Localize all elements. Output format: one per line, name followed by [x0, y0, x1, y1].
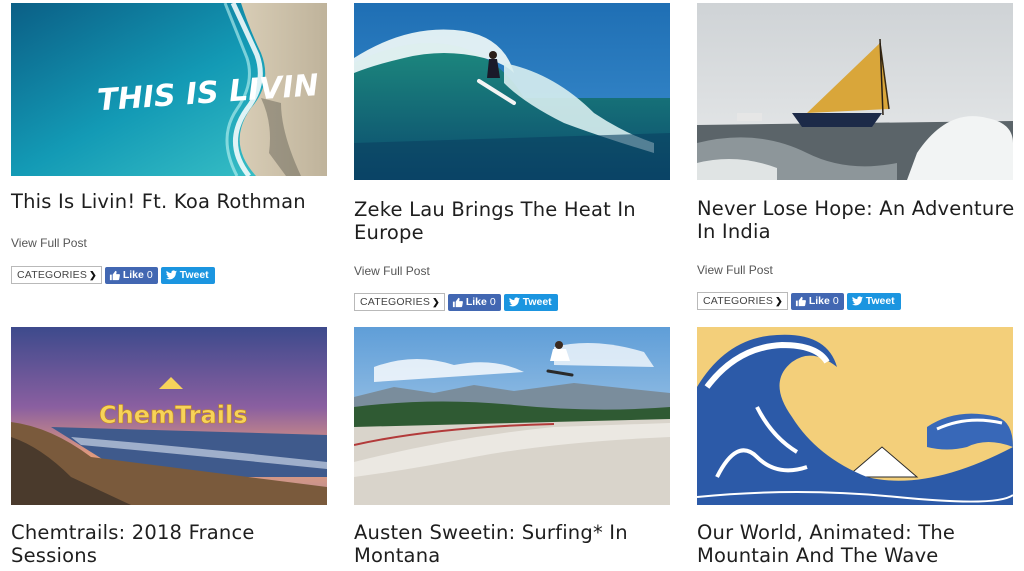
great-wave-illustration — [697, 327, 1013, 505]
categories-label: CATEGORIES — [17, 269, 88, 281]
categories-dropdown[interactable]: CATEGORIES ❯ — [697, 292, 788, 310]
post-title[interactable]: This Is Livin! Ft. Koa Rothman — [11, 190, 331, 213]
categories-dropdown[interactable]: CATEGORIES ❯ — [11, 266, 102, 284]
categories-label: CATEGORIES — [360, 296, 431, 308]
tweet-button[interactable]: Tweet — [503, 293, 558, 311]
post-card: Never Lose Hope: An Adventure In India V… — [697, 3, 1014, 313]
like-label: Like — [808, 295, 830, 307]
sailboat-waves-photo — [697, 3, 1013, 180]
like-count: 0 — [146, 269, 153, 281]
post-actions: CATEGORIES ❯ Like 0 Tweet — [11, 266, 215, 284]
skatepark-jump-photo — [354, 327, 670, 505]
twitter-bird-icon — [851, 296, 863, 306]
tweet-label: Tweet — [522, 296, 552, 308]
chevron-down-icon: ❯ — [775, 295, 783, 306]
twitter-bird-icon — [508, 297, 520, 307]
categories-dropdown[interactable]: CATEGORIES ❯ — [354, 293, 445, 311]
chevron-down-icon: ❯ — [432, 296, 440, 307]
post-title[interactable]: Never Lose Hope: An Adventure In India — [697, 197, 1017, 243]
post-thumbnail[interactable] — [697, 3, 1013, 180]
chevron-down-icon: ❯ — [89, 269, 97, 280]
facebook-like-button[interactable]: Like 0 — [447, 293, 501, 311]
thumbs-up-icon — [795, 296, 806, 307]
tweet-button[interactable]: Tweet — [160, 266, 215, 284]
twitter-bird-icon — [165, 270, 177, 280]
post-title[interactable]: Our World, Animated: The Mountain And Th… — [697, 521, 1017, 567]
post-actions: CATEGORIES ❯ Like 0 Tweet — [697, 292, 901, 310]
like-label: Like — [122, 269, 144, 281]
tweet-label: Tweet — [179, 269, 209, 281]
sunset-beach-photo: ChemTrails — [11, 327, 327, 505]
post-thumbnail[interactable] — [697, 327, 1013, 505]
post-title[interactable]: Chemtrails: 2018 France Sessions — [11, 521, 331, 567]
post-thumbnail[interactable] — [354, 3, 670, 180]
post-card: Austen Sweetin: Surfing* In Montana — [354, 327, 670, 571]
view-full-post-link[interactable]: View Full Post — [354, 264, 430, 278]
post-card: ChemTrails Chemtrails: 2018 France Sessi… — [11, 327, 327, 571]
tweet-label: Tweet — [865, 295, 895, 307]
post-thumbnail[interactable] — [354, 327, 670, 505]
post-thumbnail[interactable]: ChemTrails — [11, 327, 327, 505]
surfer-wave-photo — [354, 3, 670, 180]
facebook-like-button[interactable]: Like 0 — [790, 292, 844, 310]
like-count: 0 — [489, 296, 496, 308]
post-thumbnail[interactable]: THIS IS LIVIN — [11, 3, 327, 176]
thumbs-up-icon — [109, 270, 120, 281]
view-full-post-link[interactable]: View Full Post — [697, 263, 773, 277]
like-label: Like — [465, 296, 487, 308]
view-full-post-link[interactable]: View Full Post — [11, 236, 87, 250]
post-title[interactable]: Austen Sweetin: Surfing* In Montana — [354, 521, 674, 567]
post-title[interactable]: Zeke Lau Brings The Heat In Europe — [354, 198, 674, 244]
post-card: Zeke Lau Brings The Heat In Europe View … — [354, 3, 670, 313]
aerial-beach-photo: THIS IS LIVIN — [11, 3, 327, 176]
thumbs-up-icon — [452, 297, 463, 308]
post-card: THIS IS LIVIN This Is Livin! Ft. Koa Rot… — [11, 3, 327, 293]
categories-label: CATEGORIES — [703, 295, 774, 307]
post-actions: CATEGORIES ❯ Like 0 Tweet — [354, 293, 558, 311]
post-card: Our World, Animated: The Mountain And Th… — [697, 327, 1013, 571]
facebook-like-button[interactable]: Like 0 — [104, 266, 158, 284]
thumb-title-text: ChemTrails — [99, 401, 248, 429]
tweet-button[interactable]: Tweet — [846, 292, 901, 310]
like-count: 0 — [832, 295, 839, 307]
